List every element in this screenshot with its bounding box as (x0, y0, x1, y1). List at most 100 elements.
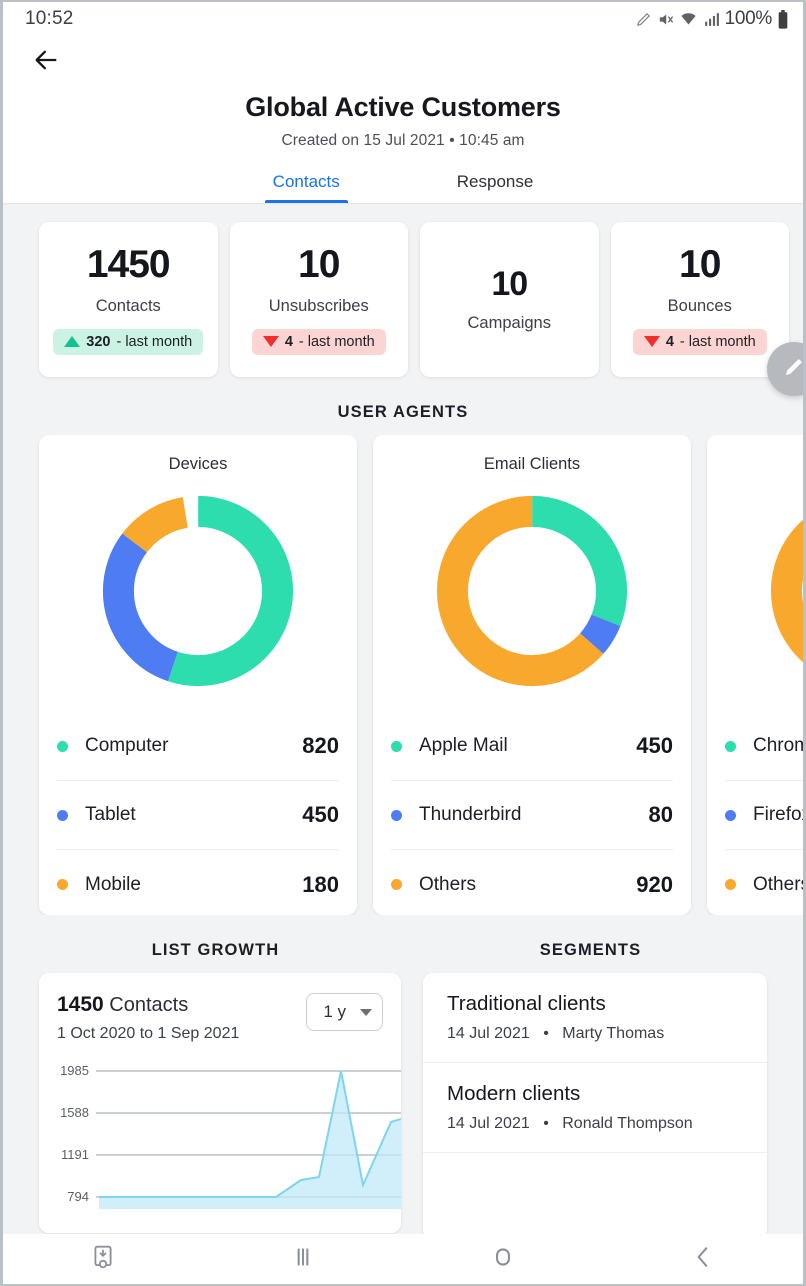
stat-card-contacts[interactable]: 1450 Contacts 320 - last month (39, 222, 218, 377)
legend-email-clients: Apple Mail 450 Thunderbird 80 Others 920 (391, 712, 673, 915)
range-select-dropdown[interactable]: 1 y (306, 993, 383, 1031)
stat-value: 10 (491, 264, 528, 303)
pencil-icon (635, 11, 652, 28)
legend-item: Computer 820 (57, 712, 339, 781)
legend-item: Others 920 (391, 850, 673, 915)
segment-date: 14 Jul 2021 (447, 1025, 530, 1042)
home-button[interactable] (473, 1237, 533, 1281)
edit-fab-button[interactable] (767, 342, 803, 396)
user-agent-card-devices: Devices Computer 820 Tablet 450 Mobile 1… (39, 435, 357, 915)
legend-label: Thunderbird (419, 804, 522, 825)
phone-screen: 10:52 100% Global Active Customers Creat… (0, 0, 806, 1286)
battery-percent: 100% (724, 8, 773, 29)
pencil-icon (782, 355, 803, 384)
badge-caption: - last month (298, 333, 375, 350)
page-subtitle: Created on 15 Jul 2021 • 10:45 am (281, 132, 525, 149)
status-icons: 100% (635, 8, 789, 30)
user-agent-card-browsers: Browsers Chrome 620 (707, 435, 803, 915)
badge-value: 320 (86, 333, 111, 350)
donut-slice-others (770, 519, 803, 663)
legend-label: Firefox (753, 804, 803, 825)
legend-color-dot (725, 809, 736, 821)
chart-title: Devices (168, 455, 228, 473)
donut-chart-email-clients (391, 486, 673, 696)
section-title-segments: SEGMENTS (539, 941, 642, 959)
legend-label: Mobile (85, 873, 141, 895)
back-button[interactable] (29, 45, 63, 79)
tab-response[interactable]: Response (451, 172, 540, 203)
arrow-left-icon (32, 46, 60, 79)
screenshot-capture-button[interactable] (73, 1237, 133, 1281)
back-button[interactable] (673, 1237, 733, 1281)
legend-label: Others (753, 873, 803, 895)
list-growth-panel: 1450 Contacts 1 Oct 2020 to 1 Sep 2021 1… (39, 973, 401, 1233)
y-tick-label-1588: 1588 (60, 1105, 89, 1120)
legend-item: Apple Mail 450 (391, 712, 673, 781)
list-growth-range-text: 1 Oct 2020 to 1 Sep 2021 (57, 1025, 240, 1042)
stat-label: Contacts (95, 296, 161, 315)
screenshot-capture-icon (90, 1244, 116, 1275)
legend-item: Firefox 120 (725, 781, 803, 850)
legend-value: 80 (648, 802, 673, 827)
stat-value: 10 (679, 242, 721, 286)
legend-value: 820 (302, 733, 339, 758)
section-title-list-growth: LIST GROWTH (151, 941, 280, 959)
bottom-panels-row: 1450 Contacts 1 Oct 2020 to 1 Sep 2021 1… (3, 973, 803, 1239)
stat-value: 1450 (86, 242, 171, 286)
badge-caption: - last month (679, 333, 756, 350)
legend-browsers: Chrome 620 Firefox 120 Others 710 (725, 712, 803, 915)
legend-label: Computer (85, 735, 169, 756)
stat-cards-row: 1450 Contacts 320 - last month 10 Unsubs… (3, 204, 803, 377)
list-growth-column: 1450 Contacts 1 Oct 2020 to 1 Sep 2021 1… (39, 973, 401, 1233)
legend-item: Thunderbird 80 (391, 781, 673, 850)
status-badge: 320 - last month (53, 328, 204, 355)
recents-button[interactable] (273, 1237, 333, 1281)
tab-contacts[interactable]: Contacts (264, 172, 348, 203)
legend-color-dot (725, 740, 736, 752)
triangle-down-icon (643, 336, 660, 347)
segment-name: Modern clients (447, 1082, 581, 1105)
list-growth-total: 1450 (57, 993, 104, 1016)
area-fill (99, 1071, 401, 1233)
donut-chart-devices (57, 486, 339, 696)
triangle-down-icon (262, 336, 279, 347)
stat-value: 10 (298, 242, 340, 286)
battery-icon (777, 9, 789, 29)
list-growth-area-chart: 1985 1588 1191 794 (39, 1059, 401, 1233)
list-item[interactable]: Modern clients 14 Jul 2021 • Ronald Thom… (423, 1063, 767, 1153)
app-bar: Global Active Customers Created on 15 Ju… (3, 36, 803, 204)
range-select-value: 1 y (323, 1002, 346, 1021)
legend-devices: Computer 820 Tablet 450 Mobile 180 (57, 712, 339, 915)
legend-color-dot (57, 809, 68, 821)
separator-dot: • (543, 1025, 549, 1042)
list-item[interactable]: Traditional clients 14 Jul 2021 • Marty … (423, 973, 767, 1063)
legend-item: Chrome 620 (725, 712, 803, 781)
triangle-up-icon (64, 336, 81, 347)
list-growth-header: 1450 Contacts 1 Oct 2020 to 1 Sep 2021 1… (39, 973, 401, 1043)
legend-label: Tablet (85, 804, 136, 825)
back-icon (690, 1244, 716, 1275)
system-navigation-bar (3, 1234, 803, 1284)
list-growth-summary: 1450 Contacts 1 Oct 2020 to 1 Sep 2021 (57, 993, 239, 1043)
recents-icon (290, 1244, 316, 1275)
segments-panel: Traditional clients 14 Jul 2021 • Marty … (423, 973, 767, 1239)
scroll-content: 1450 Contacts 320 - last month 10 Unsubs… (3, 204, 803, 1284)
status-badge: 4 - last month (251, 328, 386, 355)
stat-card-campaigns[interactable]: 10 Campaigns (420, 222, 599, 377)
user-agent-card-email-clients: Email Clients Apple Mail 450 Thunderbird… (373, 435, 691, 915)
status-clock: 10:52 (25, 8, 74, 29)
segment-meta: 14 Jul 2021 • Marty Thomas (447, 1025, 745, 1043)
stat-card-bounces[interactable]: 10 Bounces 4 - last month (610, 222, 789, 377)
page-title: Global Active Customers (245, 92, 561, 122)
segment-author: Marty Thomas (562, 1025, 665, 1042)
stat-card-unsubscribes[interactable]: 10 Unsubscribes 4 - last month (229, 222, 408, 377)
legend-value: 450 (636, 733, 673, 758)
legend-item: Mobile 180 (57, 850, 339, 915)
status-bar: 10:52 100% (3, 2, 803, 36)
user-agents-carousel[interactable]: Devices Computer 820 Tablet 450 Mobile 1… (3, 435, 803, 915)
badge-value: 4 (665, 333, 674, 350)
donut-chart-browsers (725, 486, 803, 696)
badge-caption: - last month (116, 333, 193, 350)
legend-color-dot (57, 740, 68, 752)
stat-label: Bounces (667, 296, 732, 315)
